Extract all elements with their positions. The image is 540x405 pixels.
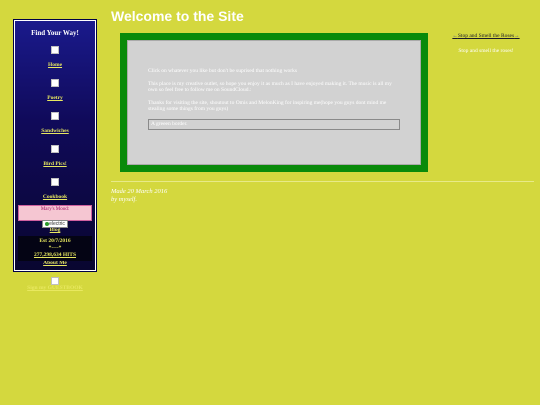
made-date: Made 20 March 2016 [111, 188, 168, 195]
sidebar-item-label[interactable]: Home [48, 62, 62, 68]
sidebar-item-home[interactable]: Home [15, 46, 95, 71]
sidebar-item-bird-pics[interactable]: Bird Pics! [15, 145, 95, 170]
content-panel: Click on whatever you like but don't be … [127, 40, 421, 165]
broken-image-icon [51, 277, 59, 285]
intro-paragraph: Click on whatever you like but don't be … [148, 68, 298, 74]
thanks-paragraph: Thanks for visiting the site, shoutout t… [148, 99, 387, 113]
mood-value: electric [49, 221, 65, 227]
mood-badge: electric [42, 220, 68, 228]
broken-image-icon [51, 112, 59, 120]
sidebar-item-label[interactable]: Poetry [47, 95, 63, 101]
sidebar: Find Your Way! Home Poetry Sandwiches Bi… [13, 19, 97, 291]
divider [111, 181, 534, 182]
sidebar-item-label[interactable]: Bird Pics! [43, 161, 66, 167]
sidebar-item-poetry[interactable]: Poetry [15, 79, 95, 104]
made-note: Made 20 March 2016 by myself. [111, 188, 167, 204]
made-by: by myself. [111, 196, 137, 203]
marquee-subtitle: Stop and smell the roses! [458, 48, 514, 54]
sidebar-item-label[interactable]: Sandwiches [41, 128, 69, 134]
marquee-title[interactable]: ←Stop and Smell the Roses→ [438, 33, 534, 39]
page-title: Welcome to the Site [111, 8, 244, 24]
sidebar-item-label[interactable]: Cookbook [43, 194, 67, 200]
about-paragraph: This place is my creative outlet, so hop… [148, 80, 392, 94]
established-date: Est 20/7/2016 [39, 238, 71, 244]
broken-image-icon [51, 145, 59, 153]
broken-image-icon [51, 46, 59, 54]
guestbook-link[interactable]: Sign my GUESTBOOK [15, 285, 95, 291]
mood-box: Mary's Mood: electric [18, 205, 92, 228]
hits-count[interactable]: 277,298,634 HITS [18, 252, 92, 259]
mood-label: Mary's Mood: [40, 207, 70, 212]
sidebar-heading: Find Your Way! [31, 29, 79, 37]
sidebar-item-cookbook[interactable]: Cookbook [15, 178, 95, 203]
sidebar-item-sandwiches[interactable]: Sandwiches [15, 112, 95, 137]
hit-counter: Est 20/7/2016 *----* 277,298,634 HITS [18, 236, 92, 261]
green-border-box: A greeen border. [148, 118, 400, 130]
separator-text: *----* [48, 245, 62, 251]
broken-image-icon [51, 178, 59, 186]
marquee-title-text[interactable]: Stop and Smell the Roses [458, 33, 514, 39]
arrow-right-icon: → [514, 33, 520, 39]
sidebar-item-guestbook[interactable]: Sign my GUESTBOOK [15, 277, 95, 291]
content-frame: Click on whatever you like but don't be … [120, 33, 428, 172]
broken-image-icon [51, 79, 59, 87]
